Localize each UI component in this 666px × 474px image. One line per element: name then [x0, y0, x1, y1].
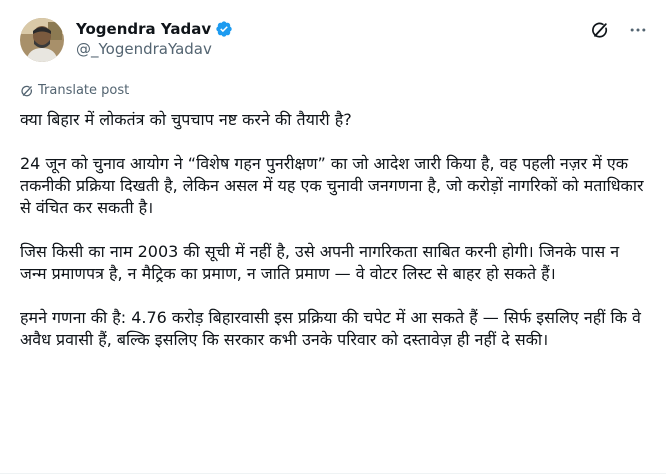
post-paragraph: 24 जून को चुनाव आयोग ने “विशेष गहन पुनरी… [20, 154, 644, 217]
author-block: Yogendra Yadav @_YogendraYadav [76, 18, 233, 58]
post-text: क्या बिहार में लोकतंत्र को चुपचाप नष्ट क… [20, 109, 650, 351]
translate-label: Translate post [38, 83, 130, 98]
avatar-image [20, 18, 64, 62]
post-paragraph: क्या बिहार में लोकतंत्र को चुपचाप नष्ट क… [20, 110, 352, 129]
avatar[interactable] [20, 18, 64, 62]
name-row: Yogendra Yadav [76, 18, 233, 40]
more-icon [630, 28, 646, 32]
more-options-button[interactable] [628, 20, 648, 40]
post-paragraph: हमने गणना की है: 4.76 करोड़ बिहारवासी इस… [20, 308, 641, 349]
post-top-actions [590, 20, 648, 40]
translate-icon [21, 85, 32, 96]
grok-button[interactable] [590, 20, 610, 40]
post-card: Yogendra Yadav @_YogendraYadav Translate… [0, 0, 666, 474]
handle[interactable]: @_YogendraYadav [76, 40, 233, 58]
display-name[interactable]: Yogendra Yadav [76, 20, 211, 38]
verified-badge-icon [215, 20, 233, 38]
post-paragraph: जिस किसी का नाम 2003 की सूची में नहीं है… [20, 242, 620, 283]
grok-icon [592, 22, 608, 38]
translate-post-link[interactable]: Translate post [20, 83, 129, 98]
